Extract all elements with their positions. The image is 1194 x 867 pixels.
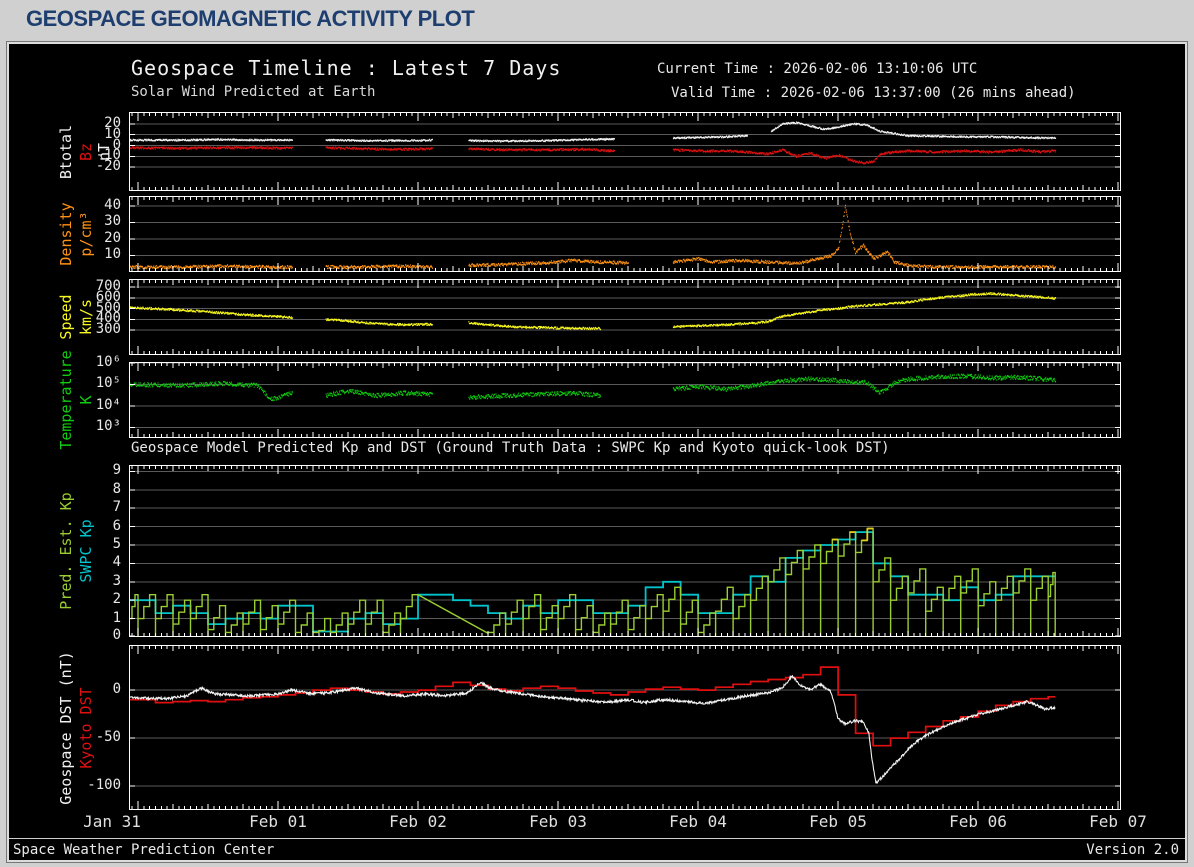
- footer-source: Space Weather Prediction Center: [13, 842, 274, 858]
- density-axis-label: Density: [57, 202, 75, 265]
- dst-ytick-label: -100: [69, 778, 121, 792]
- page-title: GEOSPACE GEOMAGNETIC ACTIVITY PLOT: [26, 6, 474, 31]
- dst-plot: [129, 645, 1121, 810]
- kp-axis-label: SWPC Kp: [77, 519, 95, 582]
- kp-ytick-label: 1: [69, 611, 121, 625]
- temperature-axis-label: Temperature: [57, 350, 75, 449]
- plot-title: Geospace Timeline : Latest 7 Days: [131, 56, 561, 80]
- kp-ytick-label: 7: [69, 500, 121, 514]
- bfield-plot: [129, 112, 1121, 191]
- panel-temperature: [129, 362, 1121, 438]
- footer-divider: [9, 838, 1185, 839]
- panel-kp: [129, 465, 1121, 637]
- temperature-axis-label: K: [77, 395, 95, 404]
- x-tick-label: Feb 04: [669, 812, 727, 831]
- kp-ytick-label: 2: [69, 592, 121, 606]
- bfield-axis-label: Btotal: [57, 125, 75, 179]
- speed-axis-label: Speed: [57, 294, 75, 339]
- dst-axis-label: Geospace DST (nT): [57, 651, 75, 805]
- x-tick-label: Feb 03: [529, 812, 587, 831]
- bfield-axis-label: Bz: [77, 143, 95, 161]
- kp-axis-label: Pred. Est. Kp: [57, 492, 75, 609]
- dst-axis-label: Kyoto DST: [77, 687, 95, 768]
- page-header: GEOSPACE GEOMAGNETIC ACTIVITY PLOT: [26, 6, 474, 36]
- bfield-axis-label: nT: [95, 143, 113, 161]
- panel-dst: [129, 645, 1121, 810]
- kp-ytick-label: 0: [69, 628, 121, 642]
- x-tick-label: Feb 06: [949, 812, 1007, 831]
- plot-board: Geospace Timeline : Latest 7 Days Solar …: [7, 42, 1187, 862]
- plot-subtitle: Solar Wind Predicted at Earth: [131, 84, 375, 100]
- speed-plot: [129, 279, 1121, 355]
- x-tick-label: Feb 05: [809, 812, 867, 831]
- footer-version: Version 2.0: [1086, 842, 1179, 858]
- page: GEOSPACE GEOMAGNETIC ACTIVITY PLOT Geosp…: [0, 0, 1194, 867]
- current-time: Current Time : 2026-02-06 13:10:06 UTC: [657, 61, 977, 77]
- bfield-ytick-label: -20: [69, 159, 121, 173]
- density-ytick-label: 40: [69, 198, 121, 212]
- density-axis-label: p/cm³: [77, 211, 95, 256]
- temperature-ytick-label: 10⁵: [69, 376, 121, 390]
- temperature-plot: [129, 362, 1121, 438]
- x-tick-label: Feb 01: [249, 812, 307, 831]
- valid-time: Valid Time : 2026-02-06 13:37:00 (26 min…: [671, 85, 1076, 101]
- density-plot: [129, 196, 1121, 272]
- kp-ytick-label: 8: [69, 482, 121, 496]
- kp-ytick-label: 9: [69, 463, 121, 477]
- panel-bfield: [129, 112, 1121, 191]
- panel-density: [129, 196, 1121, 272]
- x-tick-label: Jan 31: [83, 812, 141, 831]
- speed-axis-label: km/s: [77, 299, 95, 335]
- kp-plot: [129, 465, 1121, 637]
- kp-dst-section-title: Geospace Model Predicted Kp and DST (Gro…: [131, 440, 890, 456]
- x-tick-label: Feb 02: [389, 812, 447, 831]
- temperature-ytick-label: 10⁶: [69, 355, 121, 369]
- x-tick-label: Feb 07: [1089, 812, 1147, 831]
- panel-speed: [129, 279, 1121, 355]
- temperature-ytick-label: 10³: [69, 419, 121, 433]
